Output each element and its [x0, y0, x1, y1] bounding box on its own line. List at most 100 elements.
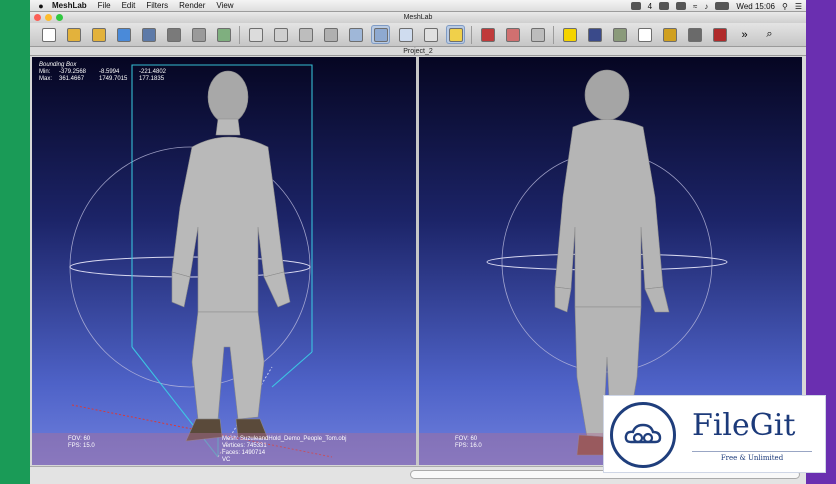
- smooth-button[interactable]: [396, 25, 415, 44]
- smooth-icon: [398, 27, 413, 42]
- document-titlebar: Project_2: [30, 47, 806, 56]
- search-icon[interactable]: ⌕: [760, 25, 779, 44]
- menu-view[interactable]: View: [216, 1, 233, 10]
- battery-icon[interactable]: [715, 2, 730, 10]
- toolbar-separator: [471, 25, 472, 44]
- bbox-max-row: Max: 361.4667 1749.7015 177.1835: [39, 76, 179, 83]
- viewport-left[interactable]: Bounding Box Min: -379.2568 -8.5994 -221…: [32, 57, 416, 465]
- texture-button[interactable]: [421, 25, 440, 44]
- app-status-icon[interactable]: [630, 2, 641, 10]
- bbox-min-y: -8.5994: [99, 69, 120, 75]
- notification-center-icon[interactable]: ☰: [795, 2, 802, 11]
- light-icon: [448, 27, 463, 42]
- brush-icon: [687, 27, 702, 42]
- flat-button[interactable]: [371, 25, 390, 44]
- import-icon: [141, 27, 156, 42]
- zoom-button[interactable]: [56, 14, 63, 21]
- points-icon: [273, 27, 288, 42]
- mesh-faces: Faces: 1490714: [222, 450, 266, 456]
- wireframe-button[interactable]: [296, 25, 315, 44]
- light-button[interactable]: [446, 25, 465, 44]
- scene-left: [69, 64, 333, 458]
- close-button[interactable]: [34, 14, 41, 21]
- transform-button[interactable]: [528, 25, 547, 44]
- dropbox-icon[interactable]: [659, 2, 670, 10]
- left-render-info: FOV: 60 FPS: 15.0: [68, 436, 95, 450]
- import-button[interactable]: [139, 25, 158, 44]
- bbox-button[interactable]: [246, 25, 265, 44]
- volume-icon[interactable]: ♪: [704, 2, 708, 11]
- toolbar-overflow-button[interactable]: »: [735, 25, 754, 44]
- pdf-button[interactable]: [635, 25, 654, 44]
- bbox-min-label: Min:: [39, 69, 51, 75]
- bbox-min-x: -379.2568: [59, 69, 87, 75]
- clock[interactable]: Wed 15:06: [736, 2, 775, 11]
- minimize-button[interactable]: [45, 14, 52, 21]
- paint-button[interactable]: [660, 25, 679, 44]
- globe-button[interactable]: [214, 25, 233, 44]
- new-button[interactable]: [39, 25, 58, 44]
- document-title: Project_2: [403, 48, 433, 55]
- measure-button[interactable]: [585, 25, 604, 44]
- bounding-box-info: Bounding Box Min: -379.2568 -8.5994 -221…: [39, 62, 179, 83]
- right-fps: FPS: 16.0: [455, 443, 482, 449]
- apple-icon[interactable]: ●: [30, 1, 52, 11]
- texture-map-button[interactable]: [610, 25, 629, 44]
- open-icon: [66, 27, 81, 42]
- flat-lines-button[interactable]: [346, 25, 365, 44]
- toolbar-separator: [553, 25, 554, 44]
- filegit-name: FileGit: [692, 408, 796, 443]
- bbox-max-z: 177.1835: [139, 76, 165, 82]
- left-fps: FPS: 15.0: [68, 443, 95, 449]
- select-vertices-icon: [505, 27, 520, 42]
- hidden-lines-button[interactable]: [321, 25, 340, 44]
- bbox-max-label: Max:: [39, 76, 53, 82]
- toolbar-separator: [239, 25, 240, 44]
- layers-button[interactable]: [189, 25, 208, 44]
- mac-menubar: ● MeshLab File Edit Filters Render View …: [30, 0, 806, 12]
- snapshot-icon: [166, 27, 181, 42]
- annotate-icon: [562, 27, 577, 42]
- spotlight-icon[interactable]: ⚲: [782, 2, 788, 11]
- wifi-icon[interactable]: ≈: [693, 2, 697, 11]
- bbox-max-x: 361.4667: [59, 76, 85, 82]
- reload-button[interactable]: [114, 25, 133, 44]
- annotate-button[interactable]: [560, 25, 579, 44]
- filegit-watermark: FileGit Free & Unlimited: [603, 395, 826, 473]
- mesh-name: Mesh: SuzuleandHold_Demo_People_Tom.obj: [222, 436, 347, 442]
- menu-file[interactable]: File: [98, 1, 111, 10]
- points-button[interactable]: [271, 25, 290, 44]
- mesh-vc: VC: [222, 457, 231, 463]
- logo-p-button[interactable]: [710, 25, 729, 44]
- select-faces-button[interactable]: [478, 25, 497, 44]
- texture-icon: [423, 27, 438, 42]
- viewport-left-infobar: FOV: 60 FPS: 15.0 Mesh: SuzuleandHold_De…: [32, 433, 416, 465]
- menu-app-name[interactable]: MeshLab: [52, 1, 87, 10]
- bluetooth-icon[interactable]: [676, 2, 687, 10]
- menu-render[interactable]: Render: [179, 1, 205, 10]
- menu-filters[interactable]: Filters: [146, 1, 168, 10]
- window-title: MeshLab: [403, 14, 433, 21]
- logo-p-icon: [712, 27, 727, 42]
- filegit-logo-icon: [610, 402, 676, 468]
- texture-map-icon: [612, 27, 627, 42]
- right-fov: FOV: 60: [455, 436, 478, 442]
- bbox-title: Bounding Box: [39, 62, 77, 68]
- status-badge: 4: [647, 1, 653, 11]
- bbox-icon: [248, 27, 263, 42]
- open-button[interactable]: [64, 25, 83, 44]
- open-project-icon: [91, 27, 106, 42]
- transform-icon: [530, 27, 545, 42]
- select-faces-icon: [480, 27, 495, 42]
- snapshot-button[interactable]: [164, 25, 183, 44]
- wireframe-icon: [298, 27, 313, 42]
- window-titlebar: MeshLab: [30, 12, 806, 23]
- menu-edit[interactable]: Edit: [122, 1, 136, 10]
- select-vertices-button[interactable]: [503, 25, 522, 44]
- brush-button[interactable]: [685, 25, 704, 44]
- open-project-button[interactable]: [89, 25, 108, 44]
- filegit-tagline: Free & Unlimited: [692, 451, 812, 462]
- mesh-vertices: Vertices: 745331: [222, 443, 267, 449]
- new-icon: [41, 27, 56, 42]
- main-toolbar: » ⌕: [30, 23, 806, 47]
